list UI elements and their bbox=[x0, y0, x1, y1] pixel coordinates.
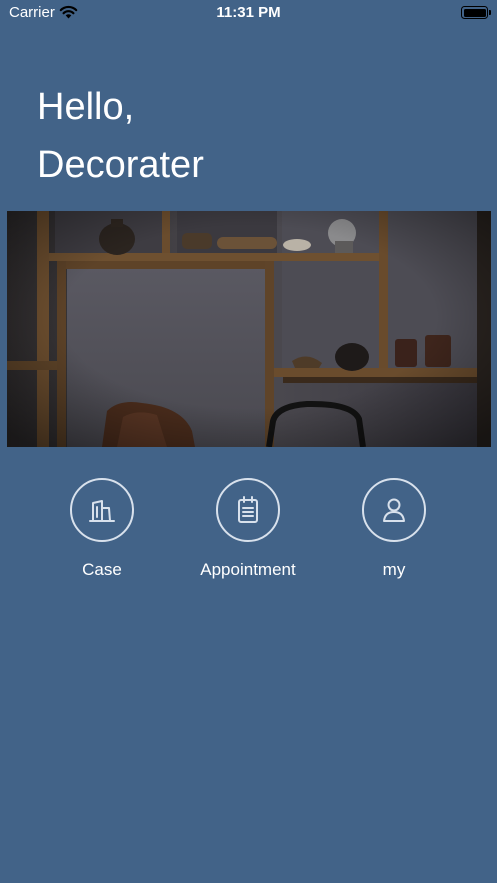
menu-label-appointment: Appointment bbox=[200, 560, 296, 579]
menu-item-appointment[interactable]: Appointment bbox=[173, 478, 323, 580]
banner-image[interactable] bbox=[7, 211, 491, 447]
menu-label-case: Case bbox=[82, 560, 122, 579]
battery-cap bbox=[489, 10, 491, 15]
greeting-line-1: Hello, bbox=[37, 86, 135, 128]
menu-label-my: my bbox=[382, 560, 406, 579]
building-icon[interactable] bbox=[70, 478, 134, 542]
app-screen: Carrier 11:31 PM Hello, Decorater Case A… bbox=[0, 0, 497, 883]
clipboard-icon[interactable] bbox=[216, 478, 280, 542]
greeting-line-2: Decorater bbox=[37, 144, 204, 186]
banner-illustration bbox=[7, 211, 491, 447]
status-bar: Carrier 11:31 PM bbox=[0, 0, 497, 26]
status-time: 11:31 PM bbox=[216, 4, 281, 21]
menu-item-case[interactable]: Case bbox=[27, 478, 177, 580]
menu-item-my[interactable]: my bbox=[319, 478, 469, 580]
user-icon[interactable] bbox=[362, 478, 426, 542]
battery-icon bbox=[461, 6, 488, 19]
greeting-heading: Hello, Decorater bbox=[37, 78, 204, 194]
